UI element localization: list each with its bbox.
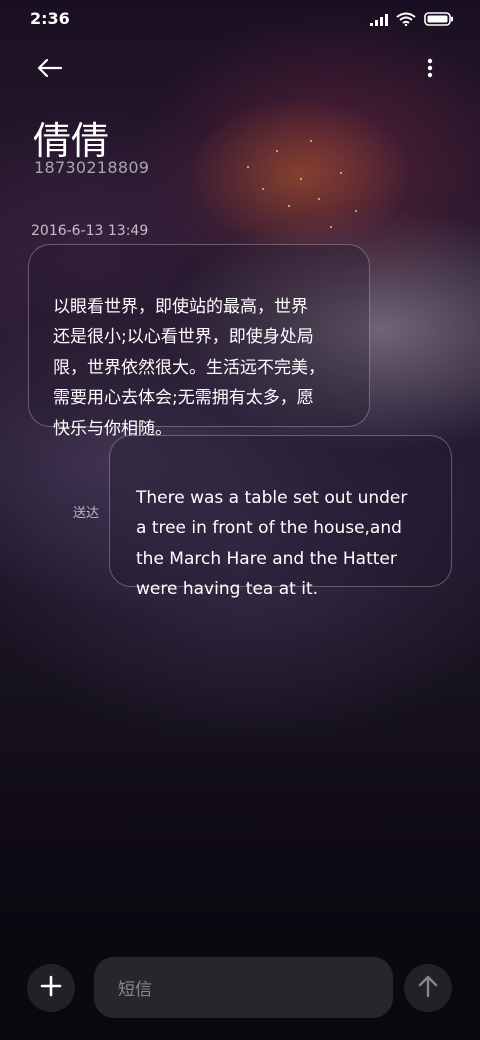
incoming-message-bubble[interactable]: 以眼看世界，即使站的最高，世界 还是很小;以心看世界，即使身处局 限，世界依然很… <box>28 244 370 439</box>
more-options-button[interactable] <box>416 54 444 86</box>
send-button[interactable] <box>404 964 452 1012</box>
back-arrow-icon <box>37 58 63 82</box>
signal-icon <box>370 11 388 30</box>
battery-icon <box>424 11 454 30</box>
wifi-icon <box>396 11 416 30</box>
message-text: 以眼看世界，即使站的最高，世界 还是很小;以心看世界，即使身处局 限，世界依然很… <box>53 296 325 439</box>
status-icons <box>370 11 454 30</box>
more-vertical-icon <box>427 58 433 82</box>
contact-name: 倩倩 <box>33 119 110 163</box>
plus-icon <box>40 975 62 1001</box>
back-button[interactable] <box>30 54 70 86</box>
add-attachment-button[interactable] <box>27 964 75 1012</box>
contact-number: 18730218809 <box>34 158 150 177</box>
message-text: There was a table set out under a tree i… <box>136 487 408 600</box>
delivery-status: 送达 <box>73 506 100 521</box>
status-time: 2:36 <box>30 9 70 28</box>
message-input[interactable]: 短信 <box>94 957 393 1018</box>
message-input-placeholder: 短信 <box>118 980 152 1000</box>
outgoing-message-bubble[interactable]: There was a table set out under a tree i… <box>109 435 452 599</box>
message-timestamp: 2016-6-13 13:49 <box>31 223 149 239</box>
send-arrow-icon <box>417 974 439 1002</box>
